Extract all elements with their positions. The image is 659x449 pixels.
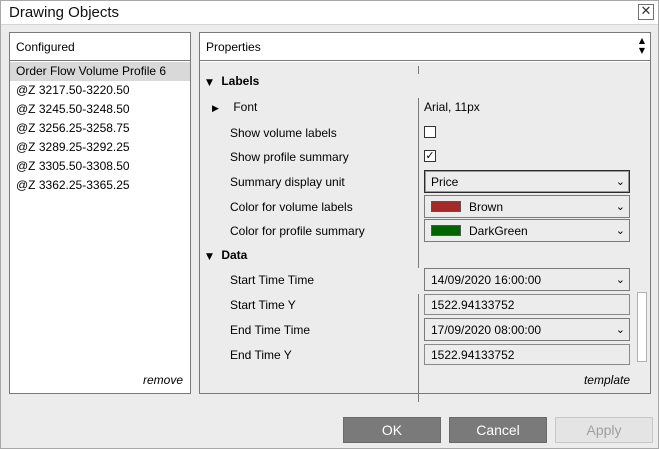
column-divider [418, 98, 419, 268]
start-time-time-label: Start Time Time [230, 273, 315, 287]
end-time-y-label: End Time Y [230, 348, 292, 362]
properties-scrollbar[interactable] [637, 292, 647, 362]
color-swatch [431, 225, 461, 236]
section-labels[interactable]: ▼ Labels [206, 74, 259, 88]
summary-display-unit-select[interactable]: Price ⌄ [424, 170, 630, 193]
title-bar: Drawing Objects ✕ [1, 1, 658, 25]
configured-header: Configured [10, 33, 190, 61]
list-item[interactable]: @Z 3217.50-3220.50 [10, 81, 190, 100]
cancel-button[interactable]: Cancel [449, 417, 547, 443]
column-divider [418, 294, 419, 402]
font-value[interactable]: Arial, 11px [424, 100, 480, 114]
properties-header: Properties ▲ ▼ [200, 33, 650, 61]
color-swatch [431, 201, 461, 212]
color-volume-labels-value: Brown [469, 200, 504, 214]
drawing-objects-window: Drawing Objects ✕ Configured Order Flow … [0, 0, 659, 449]
start-time-time-value: 14/09/2020 16:00:00 [431, 273, 542, 287]
summary-display-unit-value: Price [431, 175, 459, 189]
section-labels-title: Labels [221, 74, 260, 88]
chevron-down-icon: ⌄ [615, 273, 625, 286]
remove-link[interactable]: remove [143, 373, 183, 387]
chevron-down-icon: ⌄ [615, 323, 625, 336]
expanded-icon: ▼ [206, 252, 213, 262]
properties-scroll-arrows[interactable]: ▲ ▼ [637, 36, 647, 58]
chevron-down-icon: ⌄ [615, 200, 625, 213]
property-grid: ▼ Labels ▶ Font Arial, 11px Show volume … [200, 62, 650, 402]
end-time-time-select[interactable]: 17/09/2020 08:00:00 ⌄ [424, 318, 630, 341]
configured-panel: Configured Order Flow Volume Profile 6 @Z… [9, 32, 191, 394]
end-time-time-value: 17/09/2020 08:00:00 [431, 323, 542, 337]
end-time-time-label: End Time Time [230, 323, 311, 337]
close-icon[interactable]: ✕ [638, 4, 654, 20]
chevron-down-icon: ⌄ [615, 224, 625, 237]
collapsed-icon: ▶ [212, 104, 219, 114]
properties-header-label: Properties [206, 40, 261, 54]
list-item[interactable]: @Z 3256.25-3258.75 [10, 119, 190, 138]
color-profile-summary-select[interactable]: DarkGreen ⌄ [424, 219, 630, 242]
list-item[interactable]: @Z 3305.50-3308.50 [10, 157, 190, 176]
end-time-y-value: 1522.94133752 [431, 348, 515, 362]
checkmark-icon: ✓ [425, 149, 435, 162]
summary-display-unit-label: Summary display unit [230, 175, 345, 189]
template-link[interactable]: template [584, 373, 630, 387]
ok-button[interactable]: OK [343, 417, 441, 443]
color-profile-summary-value: DarkGreen [469, 224, 528, 238]
list-item[interactable]: @Z 3245.50-3248.50 [10, 100, 190, 119]
chevron-down-icon: ⌄ [615, 175, 625, 188]
scroll-up-icon[interactable]: ▲ [637, 36, 647, 46]
color-profile-summary-label: Color for profile summary [230, 224, 365, 238]
show-volume-labels-label: Show volume labels [230, 126, 337, 140]
properties-panel: Properties ▲ ▼ ▼ Labels ▶ Font Arial, 11… [199, 32, 651, 402]
list-item[interactable]: Order Flow Volume Profile 6 [10, 62, 190, 81]
expanded-icon: ▼ [206, 78, 213, 88]
show-profile-summary-checkbox[interactable]: ✓ [424, 150, 436, 162]
window-title: Drawing Objects [9, 4, 120, 21]
configured-header-label: Configured [16, 40, 75, 54]
font-row[interactable]: ▶ Font [212, 100, 257, 114]
list-item[interactable]: @Z 3289.25-3292.25 [10, 138, 190, 157]
start-time-time-select[interactable]: 14/09/2020 16:00:00 ⌄ [424, 268, 630, 291]
apply-button[interactable]: Apply [555, 417, 653, 443]
color-volume-labels-select[interactable]: Brown ⌄ [424, 195, 630, 218]
column-divider [418, 66, 419, 74]
section-data-title: Data [221, 248, 248, 262]
scroll-down-icon[interactable]: ▼ [637, 46, 647, 56]
start-time-y-label: Start Time Y [230, 298, 296, 312]
color-volume-labels-label: Color for volume labels [230, 200, 353, 214]
section-data[interactable]: ▼ Data [206, 248, 247, 262]
end-time-y-input[interactable]: 1522.94133752 [424, 344, 630, 365]
start-time-y-input[interactable]: 1522.94133752 [424, 294, 630, 315]
list-item[interactable]: @Z 3362.25-3365.25 [10, 176, 190, 195]
start-time-y-value: 1522.94133752 [431, 298, 515, 312]
configured-list: Order Flow Volume Profile 6 @Z 3217.50-32… [10, 62, 190, 195]
show-volume-labels-checkbox[interactable] [424, 126, 436, 138]
show-profile-summary-label: Show profile summary [230, 150, 349, 164]
font-label: Font [233, 100, 258, 114]
